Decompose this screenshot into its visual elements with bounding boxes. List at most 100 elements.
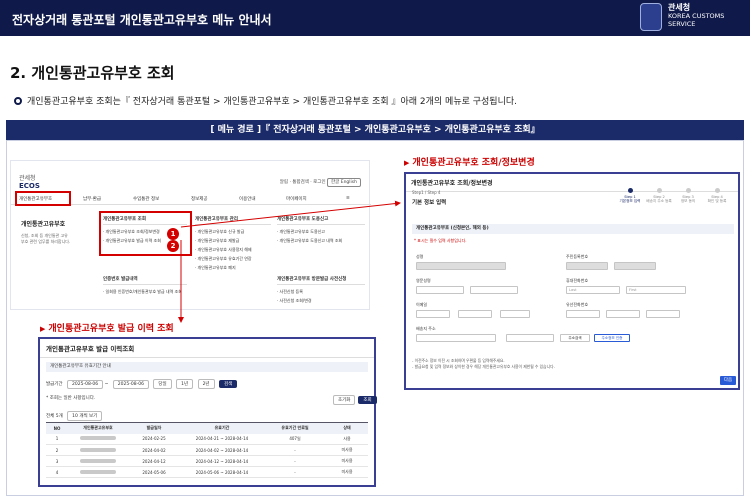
cell-issued: 2024-04-12 — [128, 455, 180, 467]
landline-3-field[interactable] — [646, 310, 680, 318]
masked-code — [80, 447, 116, 452]
issue-history-window: 개인통관고유부호 발급 이력조회 개인통관고유부호 유효기간 안내 발급기간 2… — [38, 337, 377, 487]
masked-code — [80, 436, 116, 441]
eng-first-field[interactable] — [470, 286, 518, 294]
kcs-emblem-icon — [640, 3, 662, 31]
landline-1-field[interactable] — [566, 310, 600, 318]
label-email: 이메일 — [416, 302, 428, 307]
last-placeholder[interactable]: Last — [566, 286, 620, 294]
email-domain-field[interactable] — [458, 310, 492, 318]
th-code: 개인통관고유부호 — [68, 422, 128, 434]
ecos-utility-links: 알림 · 통합검색 · 로그인 한글 English — [280, 178, 361, 187]
section-title: 2. 개인통관고유부호 조회 — [10, 64, 175, 82]
history-note-text: 조회는 일반 사항입니다. — [49, 396, 96, 401]
step-dot-icon — [627, 188, 633, 193]
kcs-logo-english: KOREA CUSTOMS SERVICE — [668, 12, 724, 28]
quick-1y-button[interactable]: 1년 — [176, 379, 194, 389]
label-address: 배송지 주소 — [416, 326, 436, 331]
menu-item-auth-history[interactable]: · 일회용 인증번호/개인통관부호 발급 내역 조회 — [103, 287, 187, 296]
table-row[interactable]: 4 2024-05-06 2024-05-06 ~ 2028-04-14- 미사용 — [46, 466, 368, 478]
menu-item-reissue-label: 개인통관고유부호 재발급 — [197, 238, 240, 243]
table-header-row: NO 개인통관고유부호 발급일자 유효기간 유효기간 만료일 상태 — [46, 422, 368, 434]
table-row[interactable]: 3 2024-04-12 2024-04-12 ~ 2028-04-14- 미사용 — [46, 455, 368, 467]
cell-valid: 2024-04-02 ~ 2028-04-14 — [180, 444, 264, 456]
cell-code-masked — [68, 455, 128, 467]
menu-item-abolish[interactable]: · 개인통관고유부호 폐지 — [195, 263, 271, 272]
step-1: Step 1 기본정보 입력 — [617, 188, 643, 204]
menu-item-report-history-label: 개인통관고유부호 도용신고 내역 조회 — [279, 238, 343, 243]
history-actions: 초기화 조회 — [330, 395, 377, 405]
period-filter: 발급기간 2025-08-06 ~ 2025-08-06 당일 1년 2년 검색 — [46, 379, 238, 389]
menu-item-extend[interactable]: · 개인통관고유부호 유효기간 연장 — [195, 254, 271, 263]
nav-menu-icon[interactable]: ≡ — [346, 196, 350, 201]
menu-col-visit-title: 개인통관고유부호 방문발급 사전신청 — [277, 275, 365, 285]
quick-today-button[interactable]: 당일 — [153, 379, 172, 389]
menu-item-visit-register-label: 사전신청 등록 — [279, 289, 303, 294]
page-size-select[interactable]: 10 개씩 보기 — [67, 411, 103, 421]
reset-button[interactable]: 초기화 — [333, 395, 356, 405]
period-search-button[interactable]: 검색 — [219, 380, 238, 388]
nav-item-payment[interactable]: 납부·환급 — [83, 196, 101, 202]
nav-item-import[interactable]: 수입통관 정보 — [133, 196, 159, 202]
nav-item-guide[interactable]: 이용안내 — [239, 196, 256, 202]
menu-item-unsuspend-label: 개인통관고유부호 사용정지 해제 — [197, 247, 252, 252]
label-name: 성명 — [416, 254, 424, 259]
email-id-field[interactable] — [416, 310, 450, 318]
cell-no: 3 — [46, 455, 68, 467]
form-section-header[interactable]: 개인통관고유부호 (신청본인, 해외 등) — [412, 224, 734, 234]
form-note-2: - 발급요청 및 입력 정보와 상이한 경우 해당 개인통관고유부호 사용이 제… — [412, 364, 555, 369]
menu-item-unsuspend[interactable]: · 개인통관고유부호 사용정지 해제 — [195, 245, 271, 254]
cell-status: 미사용 — [326, 444, 368, 456]
validity-info-bar[interactable]: 개인통관고유부호 유효기간 안내 — [46, 362, 368, 372]
menu-item-report[interactable]: · 개인통관고유부호 도용신고 — [277, 227, 365, 236]
landline-2-field[interactable] — [606, 310, 640, 318]
menu-item-visit-inquiry-label: 사전신청 조회/변경 — [279, 298, 312, 303]
kcs-logo-en-2: SERVICE — [668, 20, 696, 28]
label-eng-name: 영문성명 — [416, 278, 431, 283]
menu-item-new[interactable]: · 개인통관고유부호 신규 발급 — [195, 227, 271, 236]
menu-item-report-history[interactable]: · 개인통관고유부호 도용신고 내역 조회 — [277, 236, 365, 245]
cell-code-masked — [68, 466, 128, 478]
quick-2y-button[interactable]: 2년 — [197, 379, 215, 389]
intro-text: 개인통관고유부호 조회는『 전자상거래 통관포털 > 개인통관고유부호 > 개인… — [14, 94, 517, 107]
personal-front-field — [566, 262, 608, 270]
masked-code — [80, 458, 116, 463]
date-from-input[interactable]: 2025-08-06 — [67, 380, 104, 389]
cell-expire: - — [264, 455, 326, 467]
menu-col-report: 개인통관고유부호 도용신고 · 개인통관고유부호 도용신고 · 개인통관고유부호… — [277, 215, 365, 245]
eng-last-field[interactable] — [416, 286, 464, 294]
cell-no: 2 — [46, 444, 68, 456]
menu-item-new-label: 개인통관고유부호 신규 발급 — [197, 229, 245, 234]
query-button[interactable]: 조회 — [358, 396, 377, 404]
lang-toggle[interactable]: 한글 English — [327, 178, 361, 187]
step-4-text: 확인 및 등록 — [707, 199, 727, 203]
address-search-button[interactable]: 주소검색 — [560, 334, 590, 342]
step-dot-icon — [714, 188, 720, 193]
menu-item-visit-register[interactable]: · 사전신청 등록 — [277, 287, 365, 296]
menu-col-auth: 인증번호 발급내역 · 일회용 인증번호/개인통관부호 발급 내역 조회 — [103, 275, 187, 296]
table-row[interactable]: 2 2024-04-02 2024-04-02 ~ 2028-04-14- 미사용 — [46, 444, 368, 456]
history-note: * 조회는 일반 사항입니다. — [46, 396, 96, 401]
menu-col-auth-title: 인증번호 발급내역 — [103, 275, 187, 285]
menu-item-visit-inquiry[interactable]: · 사전신청 조회/변경 — [277, 296, 365, 305]
util-login[interactable]: 로그인 — [313, 180, 325, 185]
nav-item-mypage[interactable]: 마이페이지 — [286, 196, 307, 202]
cell-expire: - — [264, 466, 326, 478]
email-select[interactable] — [500, 310, 530, 318]
menu-col-manage-title: 개인통관고유부호 관리 — [195, 215, 271, 225]
address-verify-button[interactable]: 주소정보 인증 — [594, 334, 630, 342]
util-alert[interactable]: 알림 — [280, 180, 288, 185]
ecos-logo-ko: 관세청 — [19, 175, 36, 182]
address-field[interactable] — [416, 334, 496, 342]
date-to-input[interactable]: 2025-08-06 — [112, 380, 149, 389]
menu-item-reissue[interactable]: · 개인통관고유부호 재발급 — [195, 236, 271, 245]
table-row[interactable]: 1 2024-02-25 2024-04-21 ~ 2028-04-14 407일 사용 — [46, 433, 368, 445]
form-subtitle: 기본 정보 입력 — [412, 200, 447, 206]
util-search[interactable]: 통합검색 — [292, 180, 309, 185]
next-button[interactable]: 다음 — [720, 376, 736, 385]
step-3: Step 3 정보 동의 — [675, 188, 701, 204]
first-placeholder[interactable]: First — [626, 286, 686, 294]
address-detail-field[interactable] — [506, 334, 554, 342]
cell-valid: 2024-04-21 ~ 2028-04-14 — [180, 433, 264, 445]
nav-item-info[interactable]: 정보제공 — [191, 196, 208, 202]
